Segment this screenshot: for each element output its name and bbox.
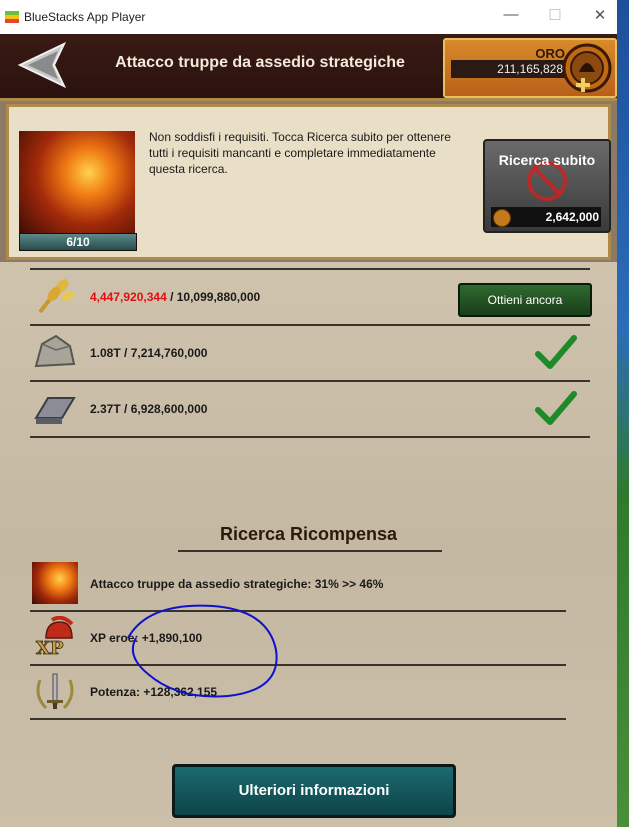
game-area: Attacco truppe da assedio strategiche OR…: [0, 34, 617, 827]
requirement-row-food: 4,447,920,344 / 10,099,880,000 Ottieni a…: [30, 270, 592, 326]
back-arrow-icon[interactable]: [14, 40, 74, 90]
get-more-button[interactable]: Ottieni ancora: [458, 283, 592, 317]
iron-current: 2.37T: [90, 402, 121, 416]
power-icon: [36, 673, 74, 710]
requirement-row-iron: 2.37T / 6,928,600,000: [30, 382, 590, 438]
requirement-text: 1.08T / 7,214,760,000: [90, 346, 207, 360]
hero-xp-icon: XP: [36, 616, 74, 658]
close-button[interactable]: ✕: [586, 6, 614, 24]
food-required: / 10,099,880,000: [166, 290, 261, 304]
rewards-title: Ricerca Ricompensa: [219, 524, 398, 544]
iron-icon: [34, 397, 76, 424]
gold-value: 211,165,828: [451, 60, 567, 78]
stone-icon: [34, 334, 76, 368]
svg-text:XP: XP: [36, 638, 64, 658]
maximize-button[interactable]: ☐: [541, 6, 569, 24]
gold-coin-icon: [493, 209, 511, 227]
research-level: 6/10: [19, 233, 137, 251]
gold-coin-plus-icon: [562, 43, 612, 93]
gold-label: ORO: [535, 46, 565, 61]
desktop-background: [617, 0, 629, 827]
requirements-message: Non soddisfi i requisiti. Tocca Ricerca …: [149, 130, 451, 176]
window-titlebar: BlueStacks App Player — ☐ ✕: [0, 0, 617, 35]
research-info-panel: 6/10 Non soddisfi i requisiti. Tocca Ric…: [6, 104, 611, 260]
requirements-panel: 4,447,920,344 / 10,099,880,000 Ottieni a…: [0, 262, 617, 827]
research-icon: [32, 562, 78, 604]
reward-row-research: Attacco truppe da assedio strategiche: 3…: [30, 558, 566, 612]
reward-text: Attacco truppe da assedio strategiche: 3…: [90, 577, 384, 591]
stone-required: / 7,214,760,000: [120, 346, 208, 360]
checkmark-icon: [535, 335, 577, 369]
window-title: BlueStacks App Player: [24, 10, 146, 24]
reward-row-power: Potenza: +128,362,155: [30, 666, 566, 720]
divider: [178, 550, 442, 552]
bluestacks-logo-icon: [5, 11, 19, 23]
instant-research-button[interactable]: Ricerca subito 2,642,000: [483, 139, 611, 233]
page-title: Attacco truppe da assedio strategiche: [115, 54, 405, 71]
requirement-row-stone: 1.08T / 7,214,760,000: [30, 326, 590, 382]
divider: [30, 262, 590, 270]
research-image: [19, 131, 135, 235]
gold-balance[interactable]: ORO 211,165,828: [443, 38, 617, 98]
stone-current: 1.08T: [90, 346, 121, 360]
minimize-button[interactable]: —: [497, 6, 525, 23]
checkmark-icon: [535, 391, 577, 425]
annotation-circle: [127, 604, 278, 698]
food-current: 4,447,920,344: [90, 290, 167, 304]
requirement-text: 4,447,920,344 / 10,099,880,000: [90, 290, 260, 304]
iron-required: / 6,928,600,000: [120, 402, 208, 416]
reward-row-hero-xp: XP XP eroe: +1,890,100: [30, 612, 566, 666]
more-info-button[interactable]: Ulteriori informazioni: [172, 764, 456, 818]
game-header: Attacco truppe da assedio strategiche OR…: [0, 34, 617, 101]
instant-research-label: Ricerca subito: [498, 152, 596, 168]
requirement-text: 2.37T / 6,928,600,000: [90, 402, 207, 416]
wheat-icon: [38, 279, 75, 314]
